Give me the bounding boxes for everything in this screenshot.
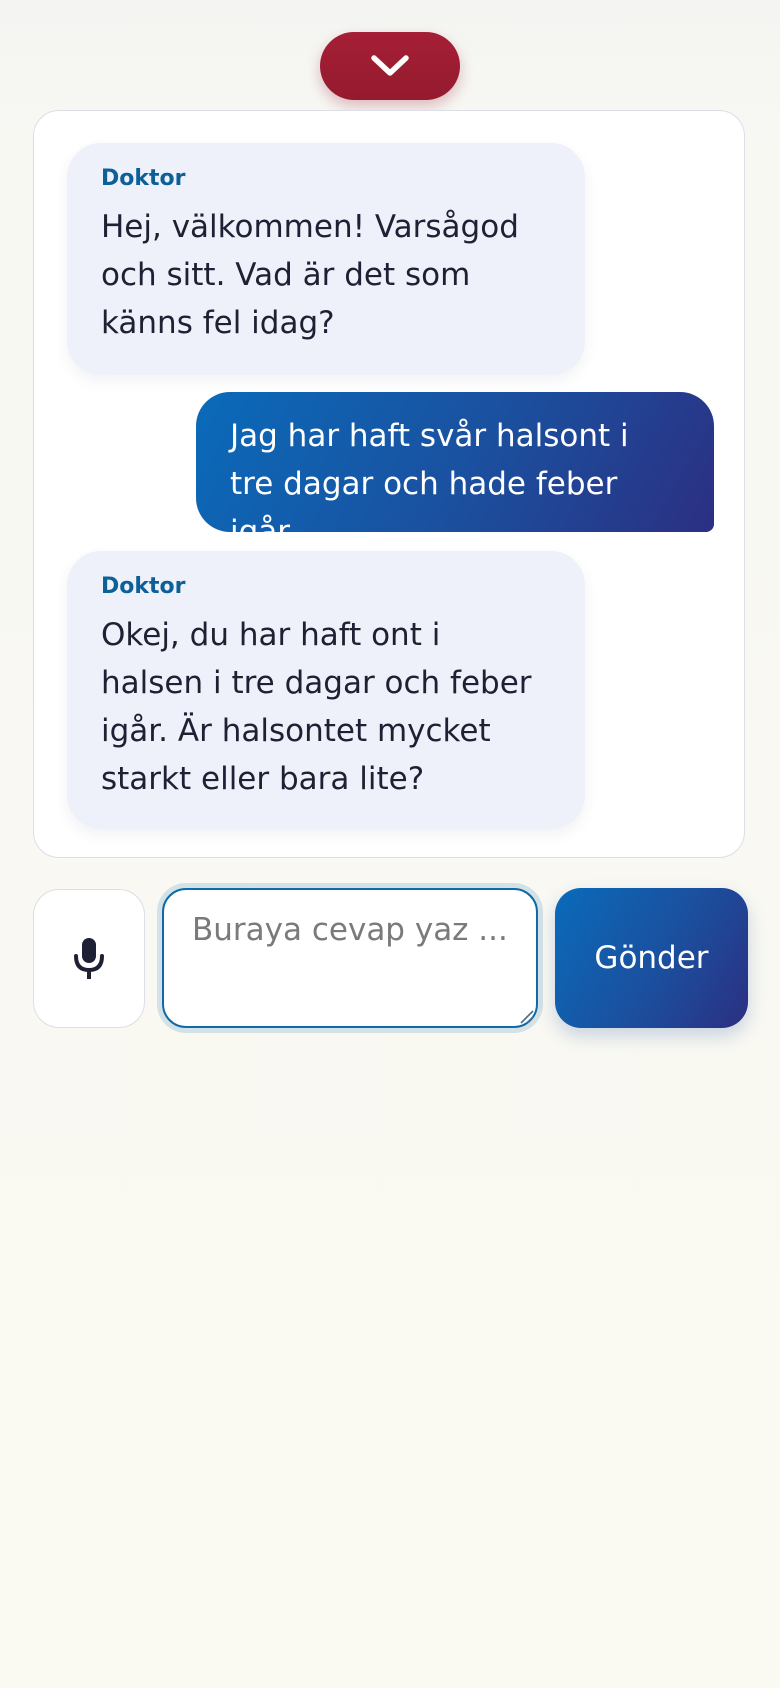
collapse-button[interactable]: [320, 32, 460, 100]
message-sender: Doktor: [101, 574, 186, 599]
doctor-message: Doktor Okej, du har haft ont i halsen i …: [67, 551, 585, 829]
send-button[interactable]: Gönder: [555, 888, 748, 1028]
message-text: Hej, välkommen! Varsågod och sitt. Vad ä…: [101, 209, 519, 341]
chat-panel: Doktor Hej, välkommen! Varsågod och sitt…: [33, 110, 745, 858]
message-text: Jag har haft svår halsont i tre dagar oc…: [230, 418, 629, 550]
microphone-icon: [74, 937, 104, 979]
resize-grip-icon[interactable]: [518, 1008, 534, 1024]
message-text: Okej, du har haft ont i halsen i tre dag…: [101, 617, 532, 797]
answer-input[interactable]: [162, 888, 538, 1028]
message-sender: Doktor: [101, 166, 186, 191]
microphone-button[interactable]: [33, 889, 145, 1028]
doctor-message: Doktor Hej, välkommen! Varsågod och sitt…: [67, 143, 585, 375]
chevron-down-icon: [371, 55, 409, 76]
patient-message: Jag har haft svår halsont i tre dagar oc…: [196, 392, 714, 550]
